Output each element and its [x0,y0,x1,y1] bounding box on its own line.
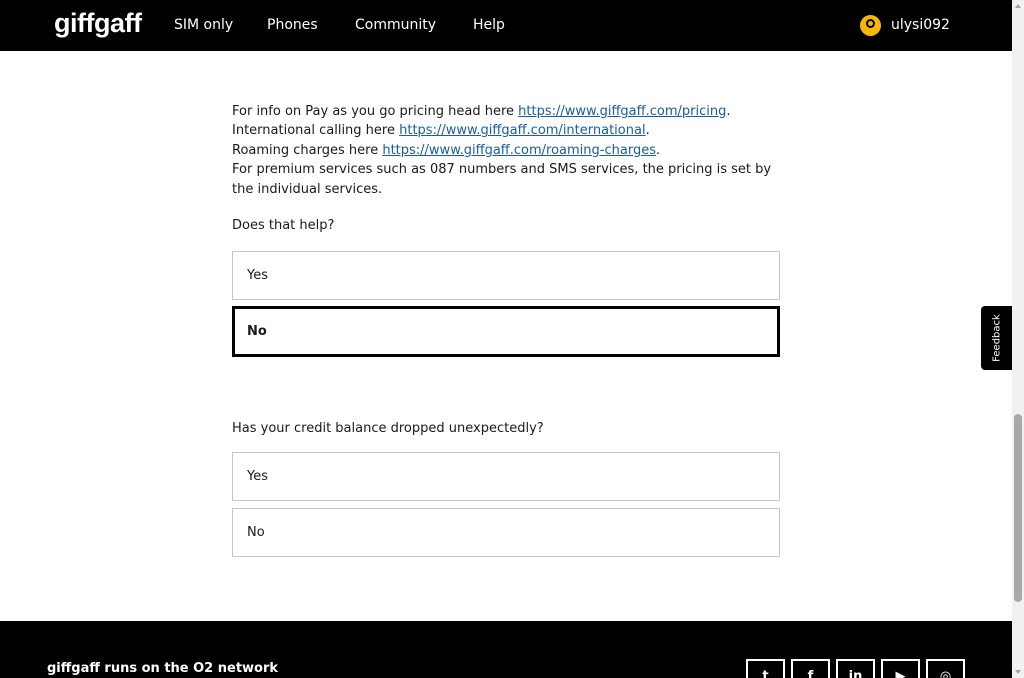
instagram-icon[interactable]: ◎ [926,659,965,678]
nav-phones[interactable]: Phones [267,17,318,33]
international-link[interactable]: https://www.giffgaff.com/international [399,123,645,138]
period: . [645,123,650,139]
period: . [655,142,661,158]
answer-content: For info on Pay as you go pricing head h… [232,102,792,233]
twitter-icon[interactable]: t [746,659,785,678]
credit-option-yes[interactable]: Yes [232,452,780,501]
roaming-link[interactable]: https://www.giffgaff.com/roaming-charges [382,143,656,158]
linkedin-icon[interactable]: in [836,659,875,678]
credit-question: Has your credit balance dropped unexpect… [232,421,544,436]
page-scrollbar[interactable] [1012,0,1024,678]
nav-community[interactable]: Community [355,17,436,33]
help-option-yes[interactable]: Yes [232,251,780,300]
site-header: giffgaff SIM only Phones Community Help … [0,0,1012,51]
youtube-icon[interactable]: ▶ [881,659,920,678]
help-option-no[interactable]: No [232,306,780,357]
scrollbar-thumb[interactable] [1014,414,1022,602]
international-text: International calling here [232,123,400,139]
username: ulysi092 [891,17,950,33]
nav-sim-only[interactable]: SIM only [174,17,233,33]
user-menu[interactable]: ulysi092 [860,14,950,36]
roaming-text: Roaming charges here [232,142,383,158]
feedback-label: Feedback [991,314,1002,362]
credit-option-no[interactable]: No [232,508,780,557]
avatar-icon [860,14,881,36]
period: . [726,104,731,119]
nav-help[interactable]: Help [473,17,505,33]
scroll-up-arrow-icon[interactable] [1015,4,1021,8]
info-paragraph: For info on Pay as you go pricing head h… [232,102,792,199]
network-text: giffgaff runs on the O2 network [47,661,279,676]
site-footer: giffgaff runs on the O2 network t f in ▶… [0,621,1012,678]
pricing-text: For info on Pay as you go pricing head h… [232,104,519,119]
premium-services-text: For premium services such as 087 numbers… [232,162,772,197]
facebook-icon[interactable]: f [791,659,830,678]
giffgaff-logo[interactable]: giffgaff [54,8,142,39]
scroll-down-arrow-icon[interactable] [1015,670,1021,674]
pricing-link[interactable]: https://www.giffgaff.com/pricing [518,104,726,119]
feedback-tab[interactable]: Feedback [981,306,1012,370]
help-question: Does that help? [232,218,335,234]
